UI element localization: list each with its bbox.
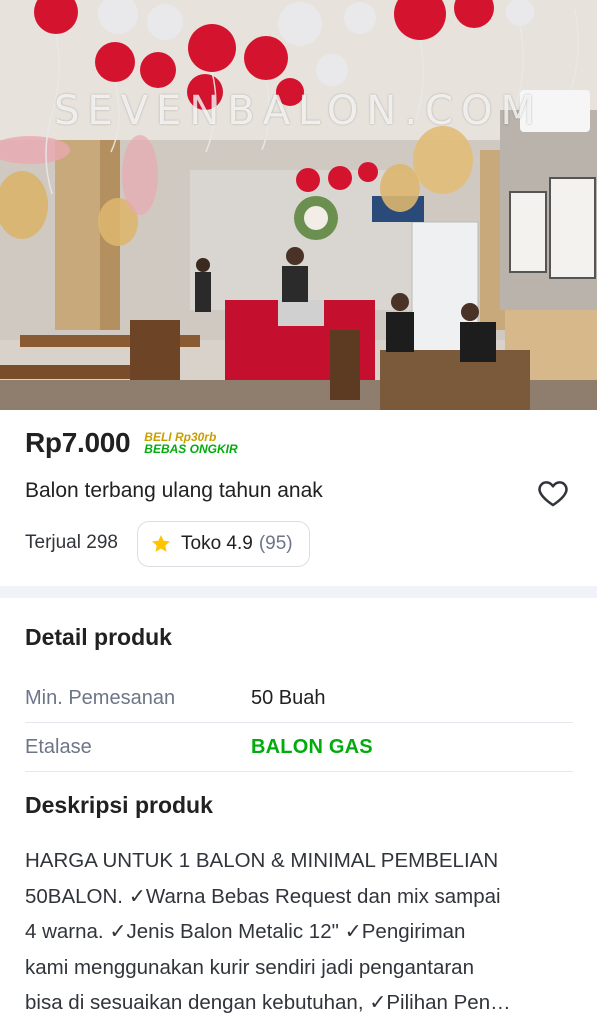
star-icon <box>152 535 170 552</box>
price-row: Rp7.000 BELI Rp30rb BEBAS ONGKIR <box>25 424 238 462</box>
free-shipping-label: BEBAS ONGKIR <box>144 442 238 456</box>
product-title: Balon terbang ulang tahun anak <box>25 479 323 502</box>
description-line: 50BALON. ✓Warna Bebas Request dan mix sa… <box>25 884 501 908</box>
image-watermark: SEVENBALON.COM <box>54 88 543 134</box>
product-price: Rp7.000 <box>25 427 131 458</box>
product-image[interactable]: SEVENBALON.COM <box>0 0 597 410</box>
detail-section-title: Detail produk <box>25 624 172 650</box>
free-shipping-badge: BELI Rp30rb BEBAS ONGKIR <box>144 431 237 455</box>
detail-row-min-order: Min. Pemesanan 50 Buah <box>25 674 573 723</box>
detail-row-label: Etalase <box>25 735 92 758</box>
product-description[interactable]: HARGA UNTUK 1 BALON & MINIMAL PEMBELIAN … <box>25 843 573 1021</box>
product-photo-illustration <box>0 0 597 410</box>
description-line: 4 warna. ✓Jenis Balon Metalic 12" ✓Pengi… <box>25 920 466 943</box>
etalase-link[interactable]: BALON GAS <box>251 736 373 759</box>
shop-rating-label: Toko 4.9 <box>181 533 253 554</box>
description-line: kami menggunakan kurir sendiri jadi peng… <box>25 955 474 979</box>
description-line: HARGA UNTUK 1 BALON & MINIMAL PEMBELIAN <box>25 849 499 872</box>
heart-outline-icon[interactable] <box>536 476 570 510</box>
detail-row-etalase: Etalase BALON GAS <box>25 723 573 772</box>
detail-row-label: Min. Pemesanan <box>25 686 176 709</box>
sold-count: Terjual 298 <box>25 532 118 553</box>
detail-row-value: 50 Buah <box>251 686 326 709</box>
shop-rating-count: (95) <box>258 533 293 554</box>
section-divider <box>0 586 597 598</box>
shop-rating-button[interactable]: Toko 4.9 (95) <box>137 521 310 567</box>
description-line: bisa di sesuaikan dengan kebutuhan, ✓Pil… <box>25 991 511 1014</box>
description-section-title: Deskripsi produk <box>25 792 213 818</box>
